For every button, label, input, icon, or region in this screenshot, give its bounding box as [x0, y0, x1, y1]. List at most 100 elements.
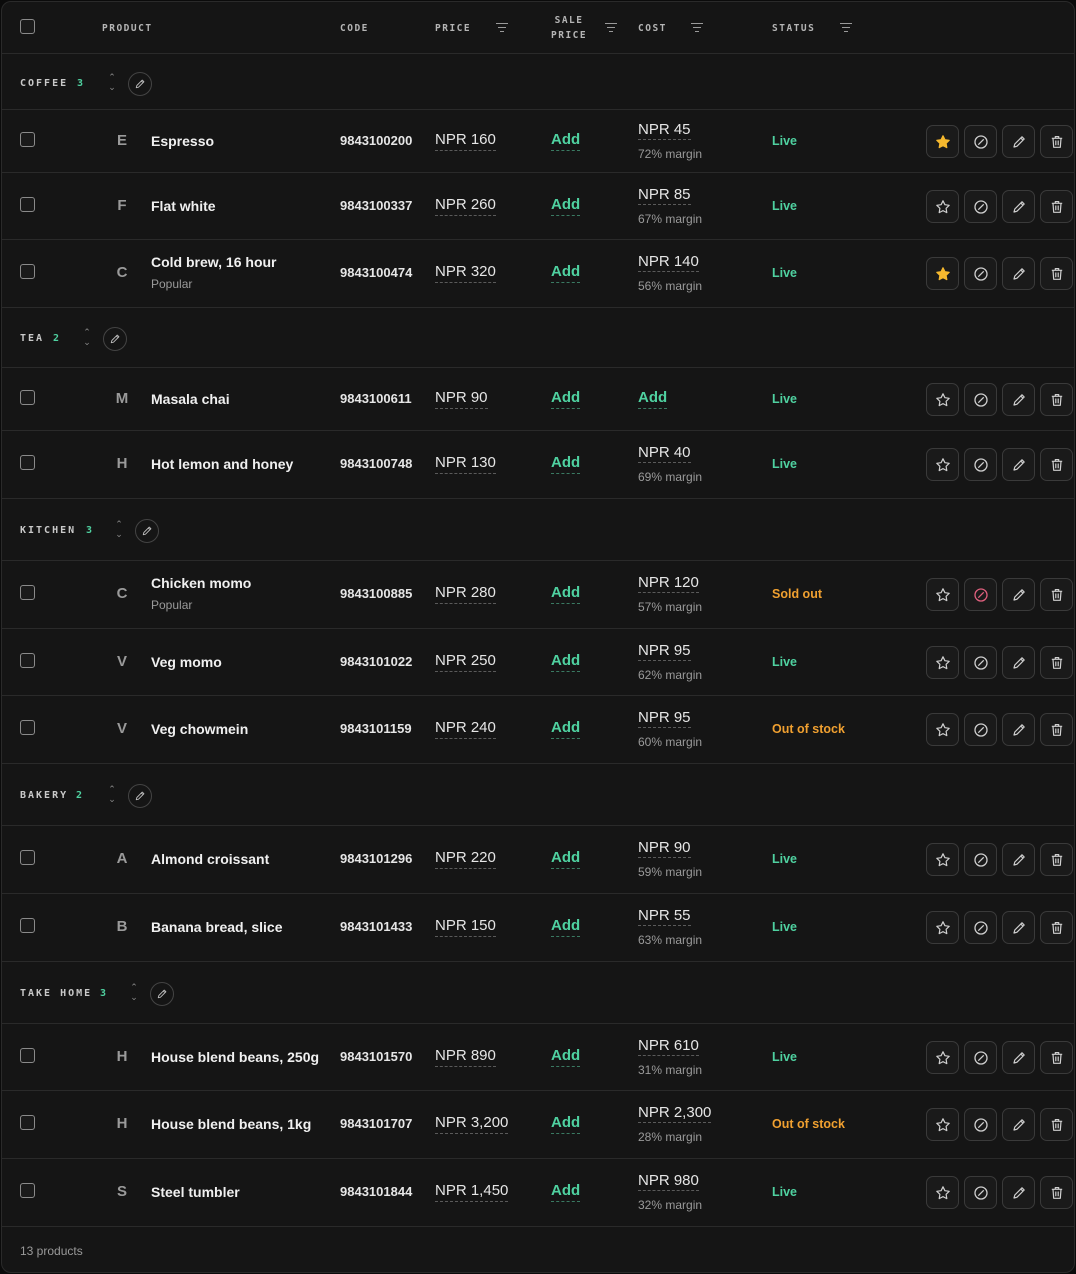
chevron-up-icon[interactable]: ⌃ [81, 327, 93, 337]
add-sale-price-button[interactable]: Add [551, 719, 581, 739]
row-checkbox[interactable] [20, 585, 35, 600]
favorite-button[interactable] [926, 257, 959, 290]
add-sale-price-button[interactable]: Add [551, 917, 581, 937]
row-checkbox[interactable] [20, 197, 35, 212]
status-badge[interactable]: Sold out [772, 587, 822, 601]
status-badge[interactable]: Live [772, 134, 797, 148]
price-value[interactable]: NPR 250 [435, 652, 496, 672]
row-checkbox[interactable] [20, 1048, 35, 1063]
row-checkbox[interactable] [20, 1115, 35, 1130]
edit-button[interactable] [1002, 383, 1035, 416]
add-sale-price-button[interactable]: Add [551, 389, 581, 409]
edit-button[interactable] [1002, 843, 1035, 876]
cost-value[interactable]: NPR 95 [638, 709, 691, 728]
table-row[interactable]: C Chicken momo Popular 9843100885 NPR 280 Add… [2, 561, 1074, 629]
cost-value[interactable]: NPR 120 [638, 574, 699, 593]
table-row[interactable]: V Veg chowmein 9843101159 NPR 240 Add NPR 95 6… [2, 696, 1074, 764]
toggle-availability-button[interactable] [964, 257, 997, 290]
table-row[interactable]: A Almond croissant 9843101296 NPR 220 Add NPR… [2, 826, 1074, 894]
sale-price-filter-icon[interactable] [604, 20, 618, 34]
add-sale-price-button[interactable]: Add [551, 1182, 581, 1202]
price-value[interactable]: NPR 160 [435, 131, 496, 151]
header-price[interactable]: PRICE [435, 2, 471, 54]
status-badge[interactable]: Live [772, 852, 797, 866]
edit-button[interactable] [1002, 578, 1035, 611]
product-name[interactable]: Veg momo [151, 654, 222, 670]
delete-button[interactable] [1040, 125, 1073, 158]
chevron-up-icon[interactable]: ⌃ [106, 72, 118, 82]
delete-button[interactable] [1040, 578, 1073, 611]
delete-button[interactable] [1040, 448, 1073, 481]
table-row[interactable]: H Hot lemon and honey 9843100748 NPR 130 Add… [2, 431, 1074, 499]
reorder-chevrons-icon[interactable]: ⌃ ⌄ [128, 982, 140, 1006]
favorite-button[interactable] [926, 1176, 959, 1209]
header-cost[interactable]: COST [638, 2, 667, 54]
reorder-chevrons-icon[interactable]: ⌃ ⌄ [106, 784, 118, 808]
delete-button[interactable] [1040, 383, 1073, 416]
price-value[interactable]: NPR 320 [435, 263, 496, 283]
price-value[interactable]: NPR 890 [435, 1047, 496, 1067]
reorder-chevrons-icon[interactable]: ⌃ ⌄ [81, 327, 93, 351]
toggle-availability-button[interactable] [964, 1176, 997, 1209]
product-name[interactable]: House blend beans, 250g [151, 1049, 319, 1065]
toggle-availability-button[interactable] [964, 843, 997, 876]
cost-filter-icon[interactable] [690, 20, 704, 34]
row-checkbox[interactable] [20, 850, 35, 865]
add-sale-price-button[interactable]: Add [551, 131, 581, 151]
header-status[interactable]: STATUS [772, 2, 815, 54]
status-badge[interactable]: Live [772, 392, 797, 406]
price-value[interactable]: NPR 90 [435, 389, 488, 409]
status-badge[interactable]: Live [772, 457, 797, 471]
row-checkbox[interactable] [20, 390, 35, 405]
toggle-availability-button[interactable] [964, 1041, 997, 1074]
status-badge[interactable]: Live [772, 655, 797, 669]
select-all-checkbox[interactable] [20, 19, 35, 34]
table-row[interactable]: M Masala chai 9843100611 NPR 90 Add Add Live [2, 368, 1074, 431]
table-row[interactable]: C Cold brew, 16 hour Popular 9843100474 NPR … [2, 240, 1074, 308]
cost-value[interactable]: NPR 140 [638, 253, 699, 272]
table-row[interactable]: V Veg momo 9843101022 NPR 250 Add NPR 95 62% m… [2, 629, 1074, 696]
table-row[interactable]: S Steel tumbler 9843101844 NPR 1,450 Add NPR … [2, 1159, 1074, 1227]
price-value[interactable]: NPR 150 [435, 917, 496, 937]
row-checkbox[interactable] [20, 1183, 35, 1198]
edit-button[interactable] [1002, 1176, 1035, 1209]
product-name[interactable]: Almond croissant [151, 851, 269, 867]
delete-button[interactable] [1040, 646, 1073, 679]
status-badge[interactable]: Live [772, 1185, 797, 1199]
table-row[interactable]: F Flat white 9843100337 NPR 260 Add NPR 85 67%… [2, 173, 1074, 240]
product-name[interactable]: Espresso [151, 133, 214, 149]
toggle-availability-button[interactable] [964, 911, 997, 944]
reorder-chevrons-icon[interactable]: ⌃ ⌄ [106, 72, 118, 96]
favorite-button[interactable] [926, 646, 959, 679]
product-name[interactable]: Chicken momo [151, 575, 251, 591]
toggle-availability-button[interactable] [964, 646, 997, 679]
reorder-chevrons-icon[interactable]: ⌃ ⌄ [113, 519, 125, 543]
edit-category-button[interactable] [128, 72, 152, 96]
row-checkbox[interactable] [20, 918, 35, 933]
favorite-button[interactable] [926, 448, 959, 481]
add-sale-price-button[interactable]: Add [551, 652, 581, 672]
add-sale-price-button[interactable]: Add [551, 454, 581, 474]
edit-button[interactable] [1002, 257, 1035, 290]
price-value[interactable]: NPR 240 [435, 719, 496, 739]
favorite-button[interactable] [926, 383, 959, 416]
product-name[interactable]: Steel tumbler [151, 1184, 240, 1200]
toggle-availability-button[interactable] [964, 190, 997, 223]
row-checkbox[interactable] [20, 653, 35, 668]
add-sale-price-button[interactable]: Add [551, 196, 581, 216]
favorite-button[interactable] [926, 1041, 959, 1074]
add-sale-price-button[interactable]: Add [551, 584, 581, 604]
header-sale-price[interactable]: SALE PRICE [551, 2, 587, 54]
favorite-button[interactable] [926, 843, 959, 876]
edit-button[interactable] [1002, 713, 1035, 746]
status-badge[interactable]: Live [772, 266, 797, 280]
add-sale-price-button[interactable]: Add [551, 849, 581, 869]
chevron-up-icon[interactable]: ⌃ [113, 519, 125, 529]
row-checkbox[interactable] [20, 264, 35, 279]
row-checkbox[interactable] [20, 720, 35, 735]
edit-category-button[interactable] [128, 784, 152, 808]
edit-button[interactable] [1002, 1108, 1035, 1141]
status-badge[interactable]: Live [772, 199, 797, 213]
chevron-down-icon[interactable]: ⌄ [113, 529, 125, 539]
favorite-button[interactable] [926, 125, 959, 158]
